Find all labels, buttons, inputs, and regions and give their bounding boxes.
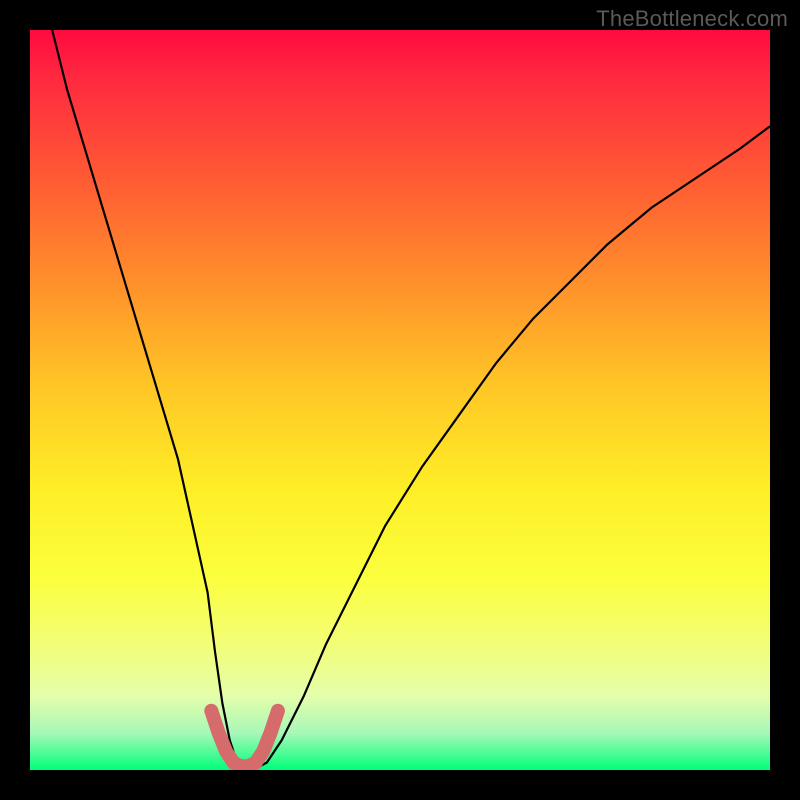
curve-layer [30,30,770,770]
bottleneck-curve-path [52,30,770,770]
watermark-text: TheBottleneck.com [596,6,788,32]
chart-frame: TheBottleneck.com [0,0,800,800]
valley-highlight-path [211,711,278,767]
plot-area [30,30,770,770]
